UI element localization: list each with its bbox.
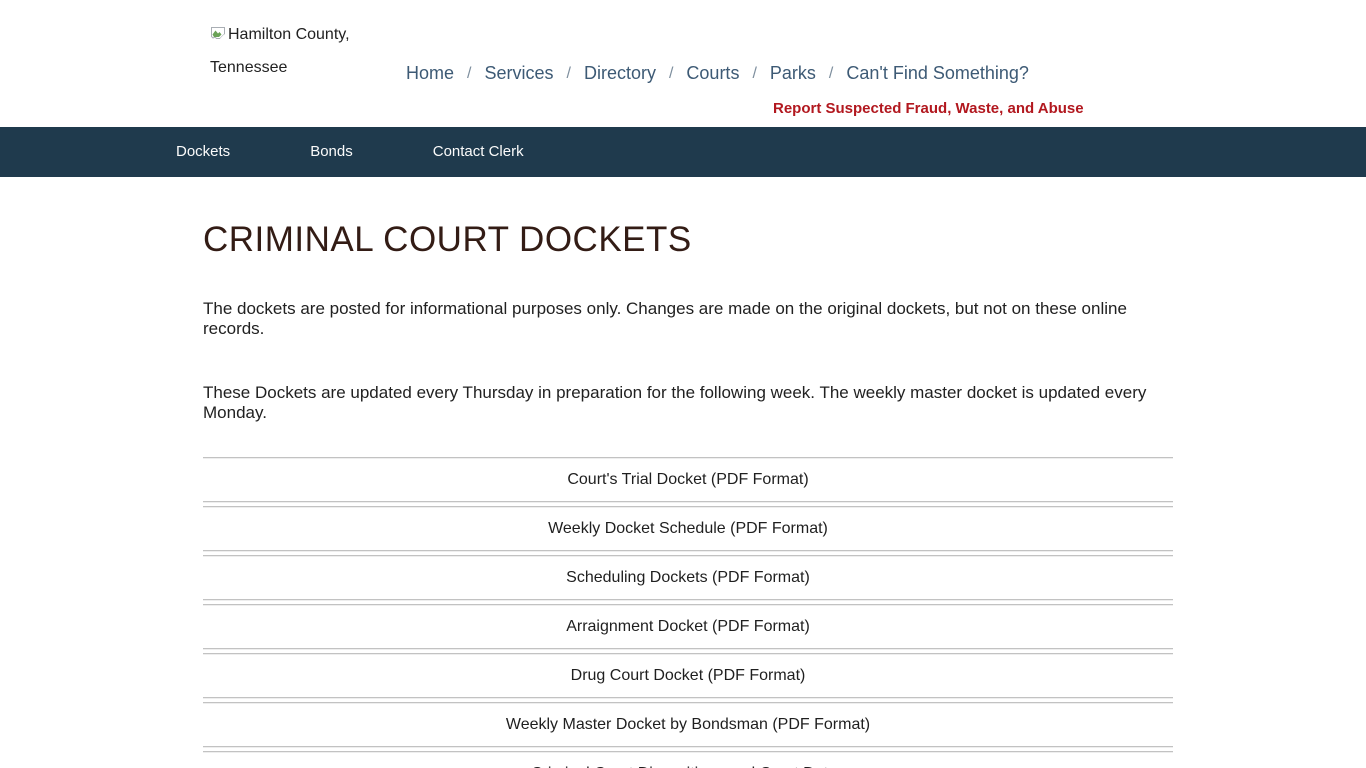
divider [203,702,1173,704]
nav-home[interactable]: Home [406,63,454,84]
divider [203,599,1173,601]
nav-directory[interactable]: Directory [584,63,656,84]
site-header: Hamilton County, Tennessee Home / Servic… [0,0,1366,127]
docket-link-weekly-schedule[interactable]: Weekly Docket Schedule (PDF Format) [203,511,1173,547]
divider [203,751,1173,753]
subnav-contact-clerk[interactable]: Contact Clerk [393,127,564,177]
divider [203,550,1173,552]
nav-services[interactable]: Services [484,63,553,84]
divider [203,501,1173,503]
logo-alt-line2: Tennessee [210,59,287,76]
divider [203,653,1173,655]
divider [203,746,1173,748]
divider [203,457,1173,459]
divider [203,506,1173,508]
nav-cant-find-something[interactable]: Can't Find Something? [846,63,1029,84]
nav-separator: / [752,65,756,83]
report-fraud-link[interactable]: Report Suspected Fraud, Waste, and Abuse [773,100,1084,117]
nav-separator: / [467,65,471,83]
page-title: CRIMINAL COURT DOCKETS [203,220,1173,260]
primary-nav: Home / Services / Directory / Courts / P… [406,63,1029,84]
logo-alt-line1: Hamilton County, [228,26,350,43]
divider [203,604,1173,606]
intro-paragraph: The dockets are posted for informational… [203,299,1173,339]
nav-parks[interactable]: Parks [770,63,816,84]
nav-separator: / [567,65,571,83]
docket-link-master-by-bondsman[interactable]: Weekly Master Docket by Bondsman (PDF Fo… [203,707,1173,743]
section-nav: Dockets Bonds Contact Clerk [0,127,1366,177]
nav-separator: / [829,65,833,83]
docket-link-dispositions[interactable]: Criminal Court Dispositions and Court Da… [203,756,1173,768]
site-logo[interactable]: Hamilton County, Tennessee [210,18,370,84]
main-content: CRIMINAL COURT DOCKETS The dockets are p… [203,220,1173,768]
docket-list: Court's Trial Docket (PDF Format) Weekly… [203,457,1173,768]
divider [203,648,1173,650]
subnav-bonds[interactable]: Bonds [270,127,393,177]
nav-separator: / [669,65,673,83]
broken-image-icon [210,20,226,36]
nav-courts[interactable]: Courts [686,63,739,84]
docket-link-arraignment[interactable]: Arraignment Docket (PDF Format) [203,609,1173,645]
divider [203,555,1173,557]
docket-link-drug-court[interactable]: Drug Court Docket (PDF Format) [203,658,1173,694]
divider [203,697,1173,699]
update-schedule-paragraph: These Dockets are updated every Thursday… [203,383,1173,423]
docket-link-courts-trial[interactable]: Court's Trial Docket (PDF Format) [203,462,1173,498]
docket-link-scheduling[interactable]: Scheduling Dockets (PDF Format) [203,560,1173,596]
subnav-dockets[interactable]: Dockets [136,127,270,177]
